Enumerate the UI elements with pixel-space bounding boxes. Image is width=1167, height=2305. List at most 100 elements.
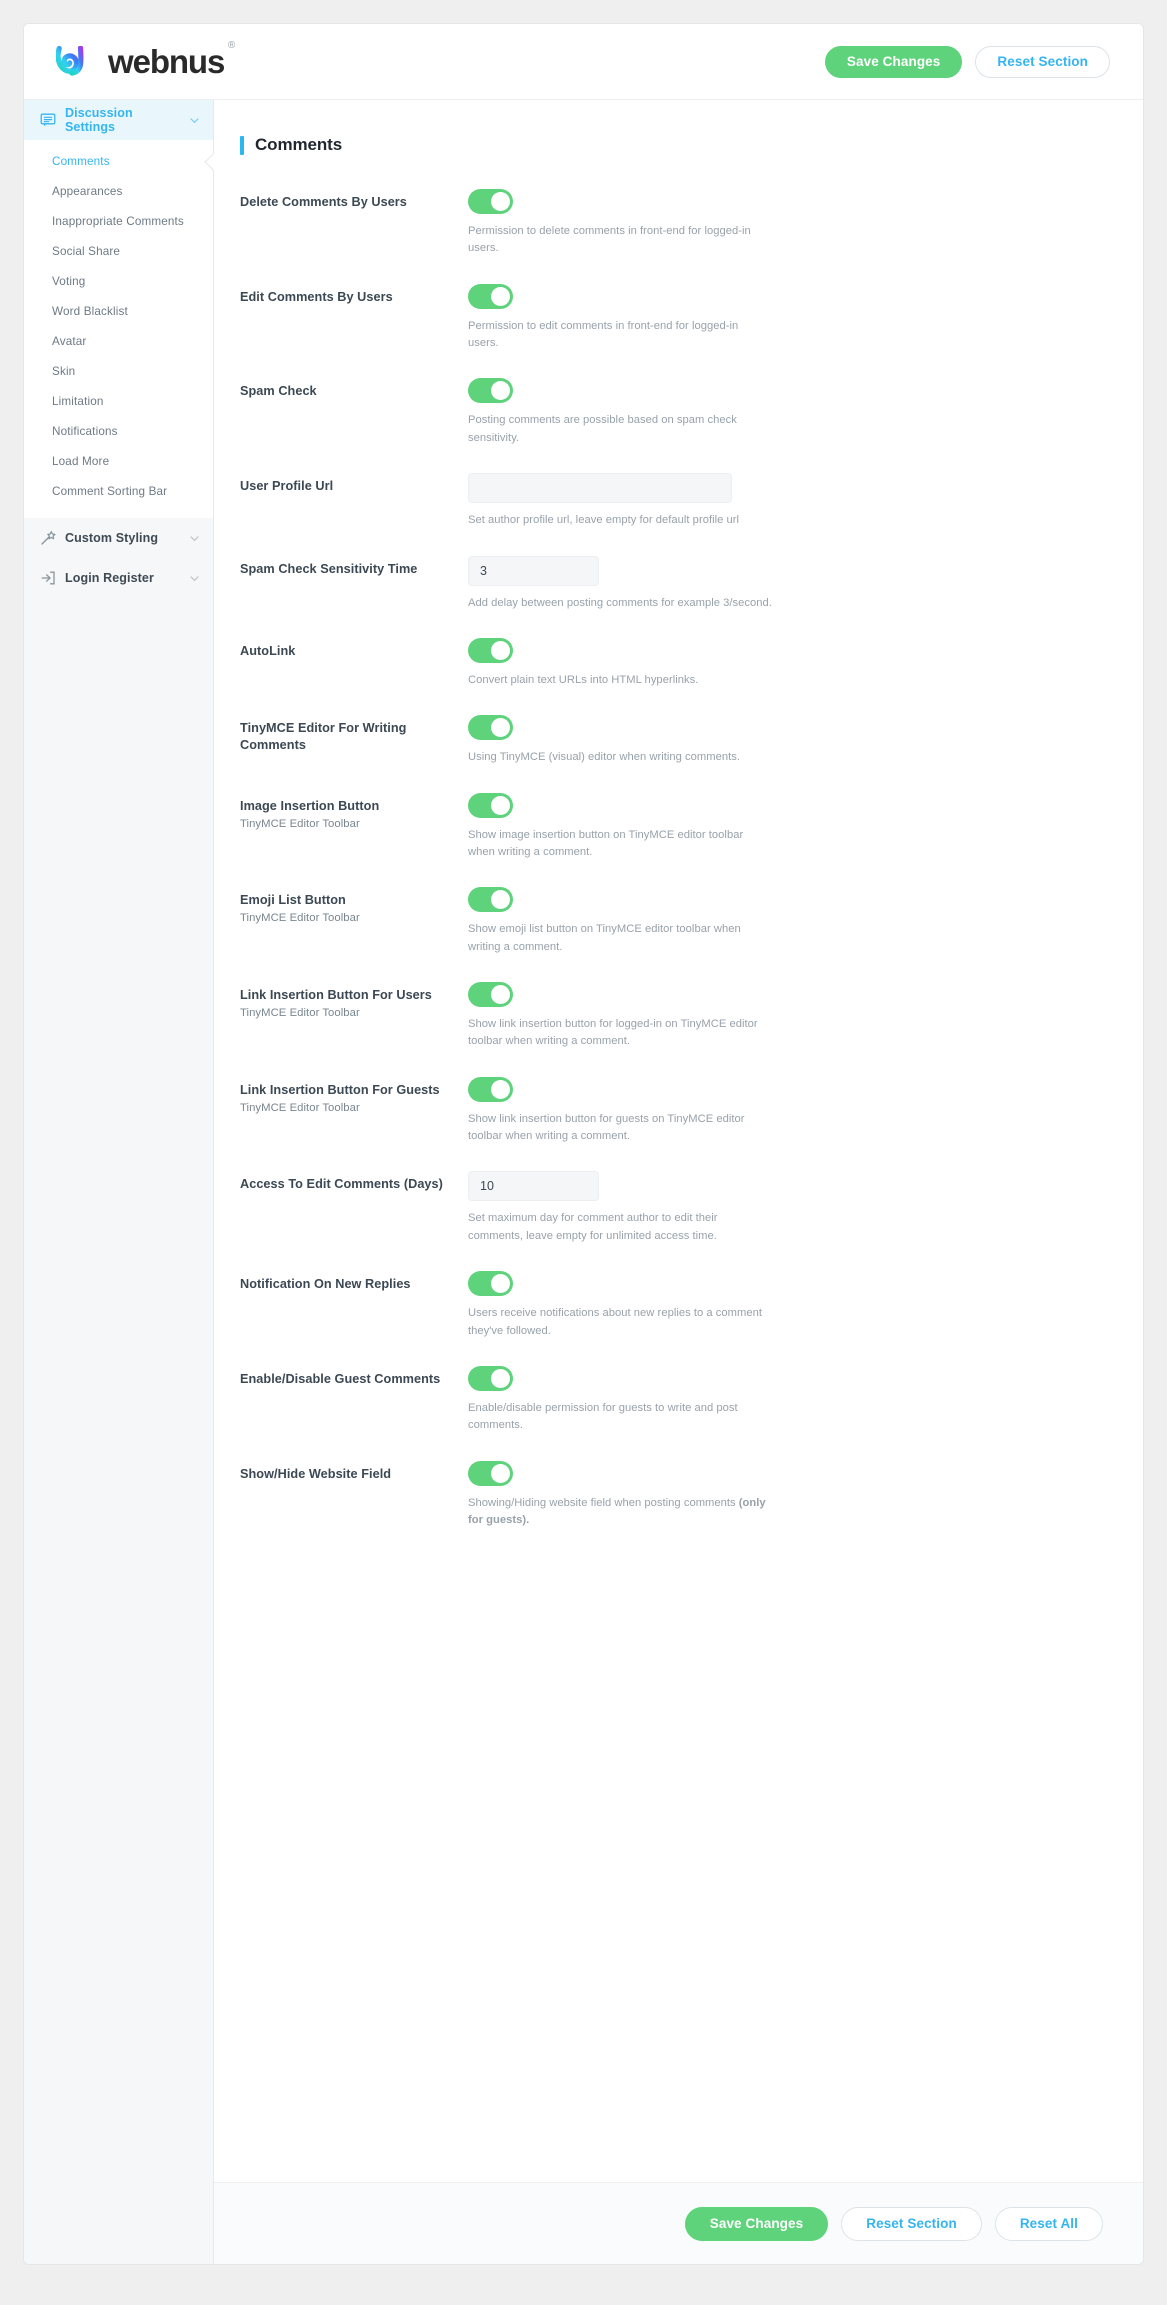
setting-control-block: Show link insertion button for logged-in…: [468, 982, 1103, 1051]
setting-row-spam-check: Spam Check Posting comments are possible …: [240, 378, 1103, 447]
setting-label-block: Link Insertion Button For Users TinyMCE E…: [240, 982, 468, 1019]
reset-all-button-footer[interactable]: Reset All: [994, 2206, 1103, 2241]
setting-row-access-to-edit-comments-days: Access To Edit Comments (Days) Set maximu…: [240, 1171, 1103, 1245]
reset-section-button-top[interactable]: Reset Section: [975, 45, 1110, 78]
toggle-image-insertion-button[interactable]: [468, 792, 513, 818]
toggle-delete-comments-by-users[interactable]: [468, 189, 513, 214]
sidebar-item-comments[interactable]: Comments: [24, 146, 213, 176]
sidebar-item-voting[interactable]: Voting: [24, 266, 213, 296]
setting-control-block: Add delay between posting comments for e…: [468, 555, 1103, 612]
toggle-autolink[interactable]: [468, 637, 513, 663]
setting-hint: Show image insertion button on TinyMCE e…: [468, 827, 772, 862]
setting-hint: Permission to edit comments in front-end…: [468, 318, 772, 353]
setting-row-image-insertion-button: Image Insertion Button TinyMCE Editor Too…: [240, 792, 1103, 862]
toggle-knob: [491, 192, 510, 211]
toggle-notification-on-new-replies[interactable]: [468, 1271, 513, 1297]
setting-label: Notification On New Replies: [240, 1277, 411, 1292]
sidebar-group-login-register[interactable]: Login Register: [24, 558, 213, 598]
sidebar-group-label: Login Register: [65, 571, 154, 585]
chevron-down-icon: [190, 117, 199, 123]
toggle-knob: [491, 381, 510, 401]
setting-row-edit-comments-by-users: Edit Comments By Users Permission to edit…: [240, 283, 1103, 353]
setting-control-block: Enable/disable permission for guests to …: [468, 1365, 1103, 1435]
setting-row-delete-comments-by-users: Delete Comments By Users Permission to de…: [240, 189, 1103, 258]
setting-control-block: Show emoji list button on TinyMCE editor…: [468, 887, 1103, 956]
sidebar-item-notifications[interactable]: Notifications: [24, 416, 213, 446]
save-changes-button-footer[interactable]: Save Changes: [684, 2206, 829, 2241]
setting-label-block: User Profile Url: [240, 473, 468, 495]
toggle-knob: [491, 1274, 510, 1294]
sidebar-group-discussion-settings[interactable]: Discussion Settings: [24, 100, 213, 140]
top-bar-actions: Save Changes Reset Section: [824, 45, 1110, 78]
toggle-edit-comments-by-users[interactable]: [468, 283, 513, 309]
input-spam-check-sensitivity-time[interactable]: [468, 555, 599, 586]
input-access-to-edit-comments-days[interactable]: [468, 1171, 599, 1202]
setting-control-block: Permission to delete comments in front-e…: [468, 189, 1103, 258]
setting-label: Delete Comments By Users: [240, 195, 407, 209]
setting-label: Emoji List Button: [240, 893, 346, 908]
sidebar-item-social-share[interactable]: Social Share: [24, 236, 213, 266]
sidebar-item-load-more[interactable]: Load More: [24, 446, 213, 476]
brand-name: webnus: [108, 43, 225, 80]
setting-control-block: Using TinyMCE (visual) editor when writi…: [468, 715, 1103, 766]
sidebar-group-custom-styling[interactable]: Custom Styling: [24, 518, 213, 558]
top-bar: webnus ® Save Changes Reset Section: [24, 24, 1143, 100]
sidebar-item-skin[interactable]: Skin: [24, 356, 213, 386]
setting-label-block: Emoji List Button TinyMCE Editor Toolbar: [240, 887, 468, 924]
toggle-show-hide-website-field[interactable]: [468, 1460, 513, 1486]
setting-label: Edit Comments By Users: [240, 289, 393, 304]
setting-control-block: Users receive notifications about new re…: [468, 1271, 1103, 1340]
setting-hint-text: Show image insertion button on TinyMCE e…: [468, 828, 744, 858]
page-title-text: Comments: [255, 135, 343, 154]
reset-section-button-footer[interactable]: Reset Section: [841, 2206, 982, 2241]
setting-hint-text: Using TinyMCE (visual) editor when writi…: [468, 751, 741, 764]
setting-hint: Show link insertion button for logged-in…: [468, 1016, 772, 1051]
sidebar-item-avatar[interactable]: Avatar: [24, 326, 213, 356]
toggle-spam-check[interactable]: [468, 378, 513, 404]
setting-label-block: Link Insertion Button For Guests TinyMCE …: [240, 1077, 468, 1114]
registered-mark: ®: [227, 40, 236, 51]
setting-label-block: Edit Comments By Users: [240, 284, 468, 306]
toggle-emoji-list-button[interactable]: [468, 887, 513, 913]
sidebar-item-inappropriate-comments[interactable]: Inappropriate Comments: [24, 206, 213, 236]
setting-hint: Permission to delete comments in front-e…: [468, 223, 772, 258]
toggle-enable-disable-guest-comments[interactable]: [468, 1365, 513, 1391]
setting-hint: Show emoji list button on TinyMCE editor…: [468, 921, 772, 956]
login-arrow-icon: [41, 571, 55, 585]
setting-row-spam-check-sensitivity-time: Spam Check Sensitivity Time Add delay bet…: [240, 555, 1103, 612]
body: Discussion Settings Comments Appearances In…: [24, 100, 1143, 2264]
toggle-link-insertion-button-for-users[interactable]: [468, 982, 513, 1008]
toggle-tinymce-editor-for-writing-comments[interactable]: [468, 715, 513, 741]
setting-hint-text: Enable/disable permission for guests to …: [468, 1401, 738, 1432]
sidebar-item-comment-sorting-bar[interactable]: Comment Sorting Bar: [24, 476, 213, 506]
setting-label-block: AutoLink: [240, 638, 468, 660]
setting-hint: Showing/Hiding website field when postin…: [468, 1495, 772, 1530]
setting-row-enable-disable-guest-comments: Enable/Disable Guest Comments Enable/disa…: [240, 1365, 1103, 1435]
setting-label-block: Enable/Disable Guest Comments: [240, 1366, 468, 1388]
setting-label: TinyMCE Editor For Writing Comments: [240, 721, 407, 753]
save-changes-button-top[interactable]: Save Changes: [824, 45, 963, 78]
setting-row-tinymce-editor-for-writing-comments: TinyMCE Editor For Writing Comments Using…: [240, 715, 1103, 766]
webnus-logo-icon: [56, 46, 84, 76]
brand-name-wrap: webnus ®: [108, 41, 235, 80]
toggle-knob: [491, 1463, 510, 1483]
setting-label: Show/Hide Website Field: [240, 1466, 392, 1481]
setting-row-link-insertion-button-for-users: Link Insertion Button For Users TinyMCE E…: [240, 982, 1103, 1051]
setting-control-block: Convert plain text URLs into HTML hyperl…: [468, 637, 1103, 689]
setting-label-block: Access To Edit Comments (Days): [240, 1171, 468, 1193]
setting-hint-text: Show link insertion button for logged-in…: [468, 1018, 758, 1048]
sidebar-item-limitation[interactable]: Limitation: [24, 386, 213, 416]
toggle-link-insertion-button-for-guests[interactable]: [468, 1076, 513, 1102]
input-user-profile-url[interactable]: [468, 473, 732, 504]
setting-label-block: Spam Check Sensitivity Time: [240, 556, 468, 578]
sidebar-group-label: Discussion Settings: [65, 106, 133, 134]
setting-label: Access To Edit Comments (Days): [240, 1177, 443, 1192]
sidebar-item-word-blacklist[interactable]: Word Blacklist: [24, 296, 213, 326]
setting-sublabel: TinyMCE Editor Toolbar: [240, 912, 360, 925]
page-title: Comments: [240, 135, 1103, 155]
setting-hint: Set author profile url, leave empty for …: [468, 512, 772, 529]
setting-label: Spam Check: [240, 384, 317, 399]
setting-control-block: Set author profile url, leave empty for …: [468, 473, 1103, 529]
setting-sublabel: TinyMCE Editor Toolbar: [240, 1101, 360, 1114]
sidebar-item-appearances[interactable]: Appearances: [24, 176, 213, 206]
